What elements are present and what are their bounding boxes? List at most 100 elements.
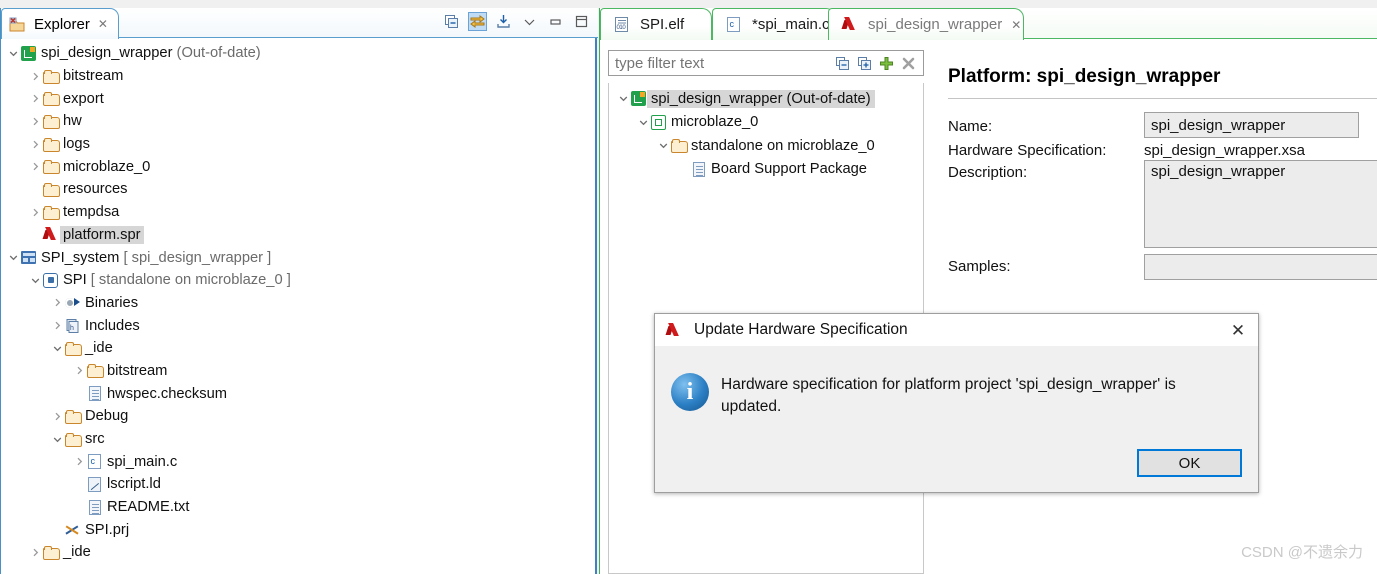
chevron-down-icon[interactable] <box>7 251 20 264</box>
vitis-icon <box>665 322 682 339</box>
tree-row[interactable]: README.txt <box>1 496 596 519</box>
tree-row[interactable]: logs <box>1 133 596 156</box>
close-icon[interactable]: ✕ <box>1228 321 1248 341</box>
tree-row[interactable]: resources <box>1 178 596 201</box>
tree-row[interactable]: _ide <box>1 337 596 360</box>
tree-row-suffix: [ standalone on microblaze_0 ] <box>86 272 291 289</box>
samples-field[interactable] <box>1144 254 1377 280</box>
description-field[interactable]: spi_design_wrapper <box>1144 160 1377 248</box>
tree-row[interactable]: _ide <box>1 541 596 564</box>
watermark: CSDN @不遗余力 <box>1241 544 1363 561</box>
chevron-right-icon[interactable] <box>29 70 42 83</box>
tree-row[interactable]: SPI [ standalone on microblaze_0 ] <box>1 269 596 292</box>
folder-icon <box>670 137 688 154</box>
chip-icon <box>650 114 667 131</box>
chevron-down-icon[interactable] <box>7 47 20 60</box>
filter-input[interactable] <box>609 52 835 74</box>
chevron-right-icon[interactable] <box>29 115 42 128</box>
chevron-down-icon[interactable] <box>617 92 630 105</box>
tree-row[interactable]: SPI.prj <box>1 518 596 541</box>
tree-row[interactable]: SPI_system [ spi_design_wrapper ] <box>1 246 596 269</box>
expand-all-icon[interactable] <box>857 56 872 71</box>
chevron-down-icon[interactable] <box>51 433 64 446</box>
tree-row[interactable]: tempdsa <box>1 201 596 224</box>
tree-row[interactable]: microblaze_0 <box>1 155 596 178</box>
chevron-down-icon[interactable] <box>51 342 64 355</box>
tree-row-label: Debug <box>85 408 129 425</box>
link-with-editor-icon[interactable] <box>468 12 487 31</box>
chevron-right-icon[interactable] <box>73 455 86 468</box>
view-menu-icon[interactable] <box>521 13 538 30</box>
folder-icon <box>42 544 60 561</box>
chevron-down-icon[interactable] <box>657 139 670 152</box>
chevron-down-icon[interactable] <box>637 116 650 129</box>
tree-row[interactable]: bitstream <box>1 65 596 88</box>
folder-icon <box>64 340 82 357</box>
tree-row[interactable]: Board Support Package <box>609 158 923 182</box>
tree-row[interactable]: bitstream <box>1 360 596 383</box>
tree-row-label: export <box>63 90 104 107</box>
info-icon: i <box>671 373 709 411</box>
platform-navigator: spi_design_wrapper (Out-of-date) microbla… <box>608 50 938 574</box>
chevron-right-icon[interactable] <box>73 364 86 377</box>
explorer-icon <box>8 16 25 33</box>
editor-tab-spi-elf[interactable]: SPI.elf <box>600 8 712 40</box>
chevron-right-icon[interactable] <box>51 296 64 309</box>
collapse-all-icon[interactable] <box>443 13 460 30</box>
tree-row[interactable]: spi_design_wrapper (Out-of-date) <box>1 42 596 65</box>
explorer-tab-label: Explorer <box>34 15 90 33</box>
tree-row[interactable]: platform.spr <box>1 224 596 247</box>
tab-explorer[interactable]: Explorer ✕ <box>1 8 119 39</box>
tree-row[interactable]: hw <box>1 110 596 133</box>
tab-close-icon[interactable]: ✕ <box>1011 18 1021 32</box>
filter-box[interactable] <box>608 50 924 76</box>
svg-text:h: h <box>70 325 74 332</box>
name-field[interactable]: spi_design_wrapper <box>1144 112 1359 138</box>
tree-row[interactable]: hwspec.checksum <box>1 382 596 405</box>
folder-icon <box>86 362 104 379</box>
tree-row[interactable]: lscript.ld <box>1 473 596 496</box>
editor-tab-spi-design-wrapper[interactable]: spi_design_wrapper ✕ <box>828 8 1024 40</box>
editor-tab-spi-main-c[interactable]: *spi_main.c <box>712 8 836 40</box>
samples-label: Samples: <box>948 258 1011 275</box>
editor-tab-label: *spi_main.c <box>752 16 830 33</box>
tree-row-label: spi_design_wrapper (Out-of-date) <box>647 89 875 108</box>
chevron-right-icon[interactable] <box>29 92 42 105</box>
chevron-right-icon[interactable] <box>29 206 42 219</box>
c-file-icon <box>725 16 742 33</box>
import-icon[interactable] <box>495 13 512 30</box>
tree-row[interactable]: spi_design_wrapper (Out-of-date) <box>609 87 923 111</box>
ok-button[interactable]: OK <box>1137 449 1242 477</box>
chevron-down-icon[interactable] <box>29 274 42 287</box>
tree-row[interactable]: src <box>1 428 596 451</box>
tree-row[interactable]: standalone on microblaze_0 <box>609 134 923 158</box>
tree-row[interactable]: microblaze_0 <box>609 111 923 135</box>
filter-buttons <box>835 56 923 71</box>
tree-row[interactable]: spi_main.c <box>1 450 596 473</box>
add-icon[interactable] <box>879 56 894 71</box>
tree-row[interactable]: Binaries <box>1 292 596 315</box>
tree-row[interactable]: h Includes <box>1 314 596 337</box>
tree-row[interactable]: export <box>1 87 596 110</box>
tree-row-label: README.txt <box>107 499 190 516</box>
explorer-tab-close-icon[interactable]: ✕ <box>98 17 108 31</box>
maximize-icon[interactable] <box>573 13 590 30</box>
chevron-right-icon[interactable] <box>51 410 64 423</box>
chevron-right-icon[interactable] <box>51 319 64 332</box>
tree-row-label: hw <box>63 113 82 130</box>
chevron-right-icon[interactable] <box>29 546 42 559</box>
project-explorer-tree[interactable]: spi_design_wrapper (Out-of-date) bitstrea… <box>1 42 596 574</box>
dialog-message: Hardware specification for platform proj… <box>721 376 1176 415</box>
remove-icon[interactable] <box>901 56 916 71</box>
tree-row-suffix: (Out-of-date) <box>172 45 261 62</box>
chevron-right-icon[interactable] <box>29 160 42 173</box>
tree-row-label: _ide <box>63 544 91 561</box>
chevron-right-icon[interactable] <box>29 138 42 151</box>
collapse-all-icon[interactable] <box>835 56 850 71</box>
tree-row[interactable]: Debug <box>1 405 596 428</box>
minimize-icon[interactable] <box>547 13 564 30</box>
